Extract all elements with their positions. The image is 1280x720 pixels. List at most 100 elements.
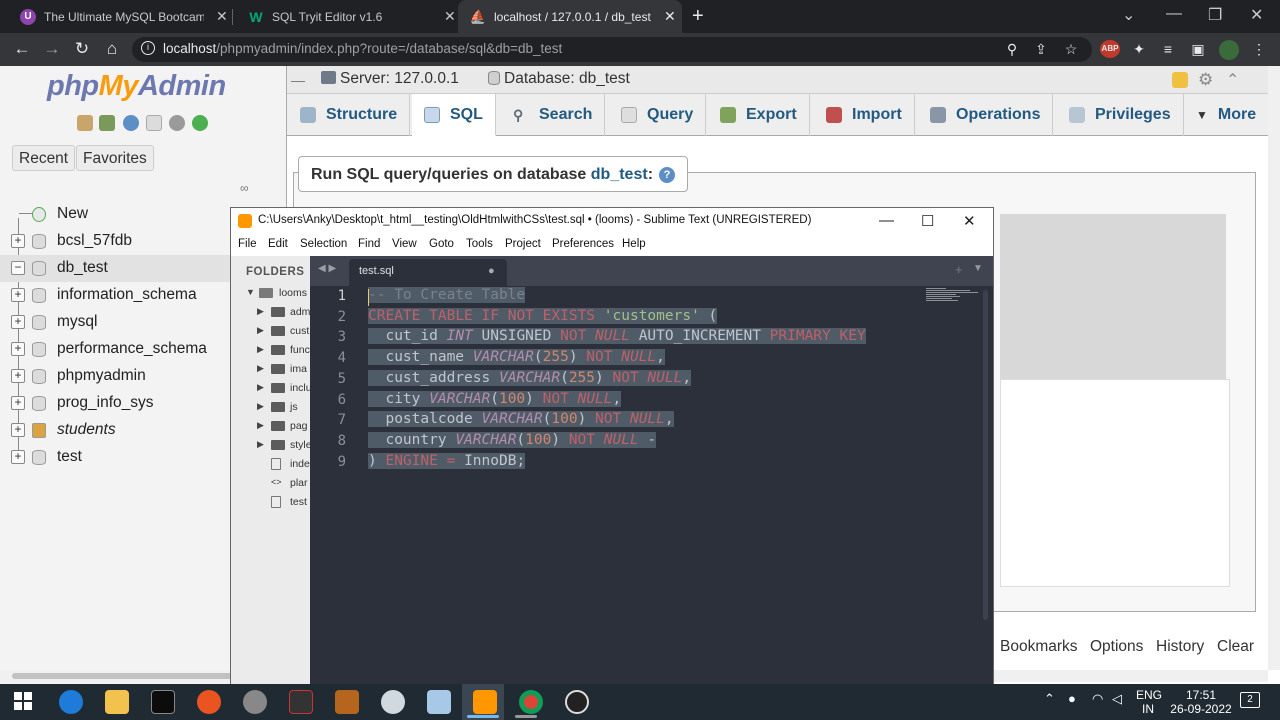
menu-project[interactable]: Project	[505, 238, 541, 250]
bookmarks-link[interactable]: Bookmarks	[1000, 638, 1078, 656]
browser-tab-mysql-bootcamp[interactable]: U The Ultimate MySQL Bootcamp: ✕	[8, 0, 230, 33]
expand-icon[interactable]: +	[11, 423, 25, 437]
logout-icon[interactable]	[99, 115, 115, 131]
zoom-icon[interactable]: ⚲	[1003, 40, 1021, 58]
sidebar-file[interactable]: inde	[231, 455, 310, 474]
code-line[interactable]: ) ENGINE = InnoDB;	[368, 452, 526, 469]
app-icon[interactable]	[289, 690, 313, 714]
menu-find[interactable]: Find	[358, 238, 380, 250]
tree-item-label[interactable]: New	[57, 205, 88, 223]
close-tab-icon[interactable]: ✕	[664, 8, 676, 25]
adblock-icon[interactable]: ABP	[1100, 40, 1120, 58]
tab-structure[interactable]: Structure	[288, 94, 411, 136]
menu-goto[interactable]: Goto	[429, 238, 454, 250]
menu-selection[interactable]: Selection	[300, 238, 347, 250]
app-icon[interactable]	[565, 690, 589, 714]
speaker-icon[interactable]: ◁	[1112, 692, 1122, 706]
sublime-text-icon[interactable]	[473, 690, 497, 714]
sidebar-folder[interactable]: ▶ style	[231, 436, 310, 455]
notifications-icon[interactable]: 2	[1240, 692, 1260, 708]
close-tab-icon[interactable]: ✕	[216, 8, 228, 25]
new-tab-button[interactable]: +	[692, 5, 704, 28]
maximize-icon[interactable]: ☐	[921, 212, 934, 230]
more-menu-icon[interactable]: ⋮	[1250, 40, 1268, 58]
reload-icon[interactable]	[192, 115, 208, 131]
tab-nav-arrows-icon[interactable]: ◀ ▶	[318, 263, 336, 274]
tab-more[interactable]: ▼ More	[1184, 94, 1268, 136]
tree-item-label[interactable]: phpmyadmin	[57, 367, 146, 385]
tree-item-label[interactable]: db_test	[57, 259, 108, 277]
url-text[interactable]: localhost/phpmyadmin/index.php?route=/da…	[163, 41, 562, 56]
collapse-icon[interactable]: −	[11, 261, 25, 275]
menu-view[interactable]: View	[392, 238, 417, 250]
sidebar-folder[interactable]: ▶ pag	[231, 417, 310, 436]
reload-icon[interactable]: ↻	[72, 39, 92, 59]
tab-export[interactable]: Export	[708, 94, 810, 136]
link-chain-icon[interactable]: ∞	[240, 181, 249, 195]
restore-icon[interactable]: ❐	[1208, 5, 1222, 25]
bookmark-star-icon[interactable]: ☆	[1062, 40, 1080, 58]
back-arrow-icon[interactable]: ←	[12, 39, 32, 59]
tree-item-label[interactable]: test	[57, 448, 82, 466]
app-icon[interactable]	[381, 690, 405, 714]
3d-box-icon[interactable]	[427, 690, 451, 714]
expand-icon[interactable]: +	[11, 288, 25, 302]
triangle-right-icon[interactable]: ▶	[257, 401, 264, 412]
sidebar-code[interactable]: <> plar	[231, 474, 310, 493]
expand-icon[interactable]: +	[11, 315, 25, 329]
minimize-icon[interactable]: —	[1166, 5, 1182, 23]
dosbox-icon[interactable]	[335, 690, 359, 714]
expand-icon[interactable]: +	[11, 450, 25, 464]
triangle-right-icon[interactable]: ▶	[257, 420, 264, 431]
help-icon[interactable]	[123, 115, 139, 131]
sidebar-folder[interactable]: ▶ ima	[231, 360, 310, 379]
terminal-icon[interactable]	[151, 690, 175, 714]
profile-avatar[interactable]	[1219, 40, 1239, 60]
recent-button[interactable]: Recent	[12, 145, 76, 171]
menu-file[interactable]: File	[238, 238, 257, 250]
close-tab-icon[interactable]: ✕	[444, 8, 456, 25]
chrome-icon[interactable]	[519, 690, 543, 714]
triangle-right-icon[interactable]: ▶	[257, 306, 264, 317]
expand-icon[interactable]: +	[11, 342, 25, 356]
browser-tab-phpmyadmin[interactable]: ⛵ localhost / 127.0.0.1 / db_test | ph ✕	[458, 0, 682, 33]
history-link[interactable]: History	[1156, 638, 1204, 656]
file-explorer-icon[interactable]	[105, 690, 129, 714]
triangle-down-icon[interactable]: ▼	[246, 287, 255, 297]
chevron-down-icon[interactable]: ⌄	[1122, 5, 1135, 25]
tree-item-label[interactable]: performance_schema	[57, 340, 207, 358]
close-window-icon[interactable]: ✕	[1250, 5, 1263, 25]
code-line[interactable]: CREATE TABLE IF NOT EXISTS 'customers' (	[368, 307, 718, 324]
sidebar-root[interactable]: ▼ looms	[231, 284, 310, 303]
tab-list-dropdown-icon[interactable]: ▼	[973, 263, 983, 274]
breadcrumb-database[interactable]: Database: db_test	[504, 70, 630, 88]
tree-item-label[interactable]: mysql	[57, 313, 97, 331]
menu-help[interactable]: Help	[622, 238, 646, 250]
triangle-right-icon[interactable]: ▶	[257, 439, 264, 450]
info-icon[interactable]: i	[141, 41, 155, 55]
home-icon[interactable]: ⌂	[102, 39, 122, 59]
code-line[interactable]: -- To Create Table	[368, 287, 526, 303]
menu-edit[interactable]: Edit	[268, 238, 288, 250]
tab-sql[interactable]: SQL	[412, 94, 496, 136]
clock[interactable]: 17:51 26-09-2022	[1168, 688, 1234, 716]
sidebar-folder[interactable]: ▶ cust	[231, 322, 310, 341]
tab-search[interactable]: ⚲ Search	[501, 94, 606, 136]
wifi-icon[interactable]: ◠	[1092, 692, 1103, 706]
gear-icon[interactable]	[169, 115, 185, 131]
editor-scrollbar[interactable]	[983, 290, 988, 620]
expand-icon[interactable]: +	[11, 369, 25, 383]
legend-db-name[interactable]: db_test	[591, 166, 648, 183]
ubuntu-icon[interactable]	[197, 690, 221, 714]
triangle-right-icon[interactable]: ▶	[257, 382, 264, 393]
code-line[interactable]: city VARCHAR(100) NOT NULL,	[368, 390, 622, 407]
browser-tab-sql-tryit[interactable]: W SQL Tryit Editor v1.6 ✕	[236, 0, 458, 33]
breadcrumb-server[interactable]: Server: 127.0.0.1	[340, 70, 459, 88]
code-line[interactable]: postalcode VARCHAR(100) NOT NULL,	[368, 411, 674, 428]
phpmyadmin-logo[interactable]: phpMyAdmin	[47, 70, 226, 103]
forward-arrow-icon[interactable]: →	[42, 39, 62, 59]
triangle-right-icon[interactable]: ▶	[257, 325, 264, 336]
reading-list-icon[interactable]: ≡	[1159, 40, 1177, 58]
new-tab-plus-icon[interactable]: +	[955, 262, 963, 277]
code-editor[interactable]	[310, 286, 993, 684]
